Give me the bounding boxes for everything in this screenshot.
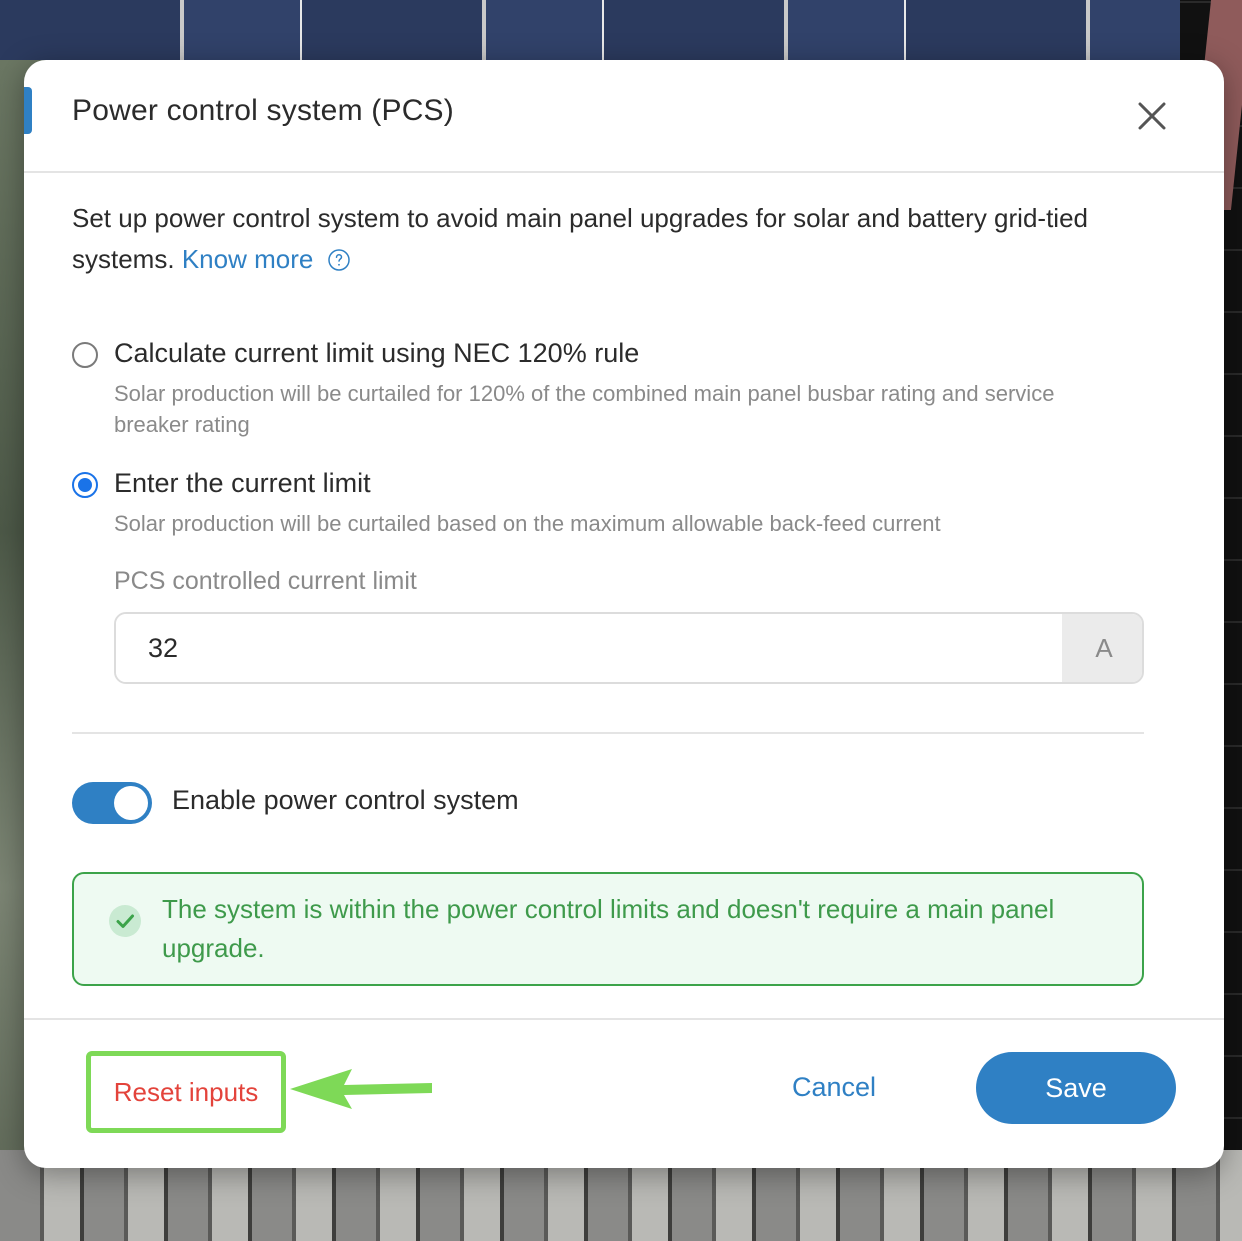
option-enter-limit-description: Solar production will be curtailed based… [114,511,941,536]
option-nec-rule-description: Solar production will be curtailed for 1… [114,381,1055,437]
status-message: The system is within the power control l… [162,894,1055,963]
reset-inputs-button[interactable]: Reset inputs [86,1051,286,1133]
current-limit-label: PCS controlled current limit [114,567,417,595]
radio-enter-limit[interactable] [72,472,98,498]
dialog-accent-bar [24,87,32,134]
toggle-knob [114,786,148,820]
question-circle-icon[interactable] [327,248,351,272]
check-circle-icon [109,905,141,937]
option-nec-rule-label: Calculate current limit using NEC 120% r… [114,338,640,368]
section-divider [72,732,1144,734]
cancel-button[interactable]: Cancel [764,1065,904,1109]
pcs-dialog: Power control system (PCS) Set up power … [24,60,1224,1168]
annotation-arrow-icon [290,1069,432,1109]
option-enter-limit-label: Enter the current limit [114,468,371,498]
close-button[interactable] [1132,96,1172,136]
intro-text: Set up power control system to avoid mai… [72,198,1152,280]
status-message-box: The system is within the power control l… [72,872,1144,986]
know-more-link[interactable]: Know more [182,244,314,274]
save-button[interactable]: Save [976,1052,1176,1124]
current-limit-input[interactable] [116,614,1062,682]
radio-nec-rule[interactable] [72,342,98,368]
current-limit-input-group: A [114,612,1144,684]
option-enter-limit[interactable]: Enter the current limit Solar production… [72,468,1152,538]
footer-divider [24,1018,1224,1020]
option-nec-rule[interactable]: Calculate current limit using NEC 120% r… [72,338,1152,448]
enable-pcs-toggle[interactable] [72,782,152,824]
enable-pcs-label: Enable power control system [172,785,519,815]
header-divider [24,171,1224,173]
current-limit-unit: A [1062,614,1142,682]
dialog-title: Power control system (PCS) [72,94,454,127]
close-icon [1138,102,1166,130]
